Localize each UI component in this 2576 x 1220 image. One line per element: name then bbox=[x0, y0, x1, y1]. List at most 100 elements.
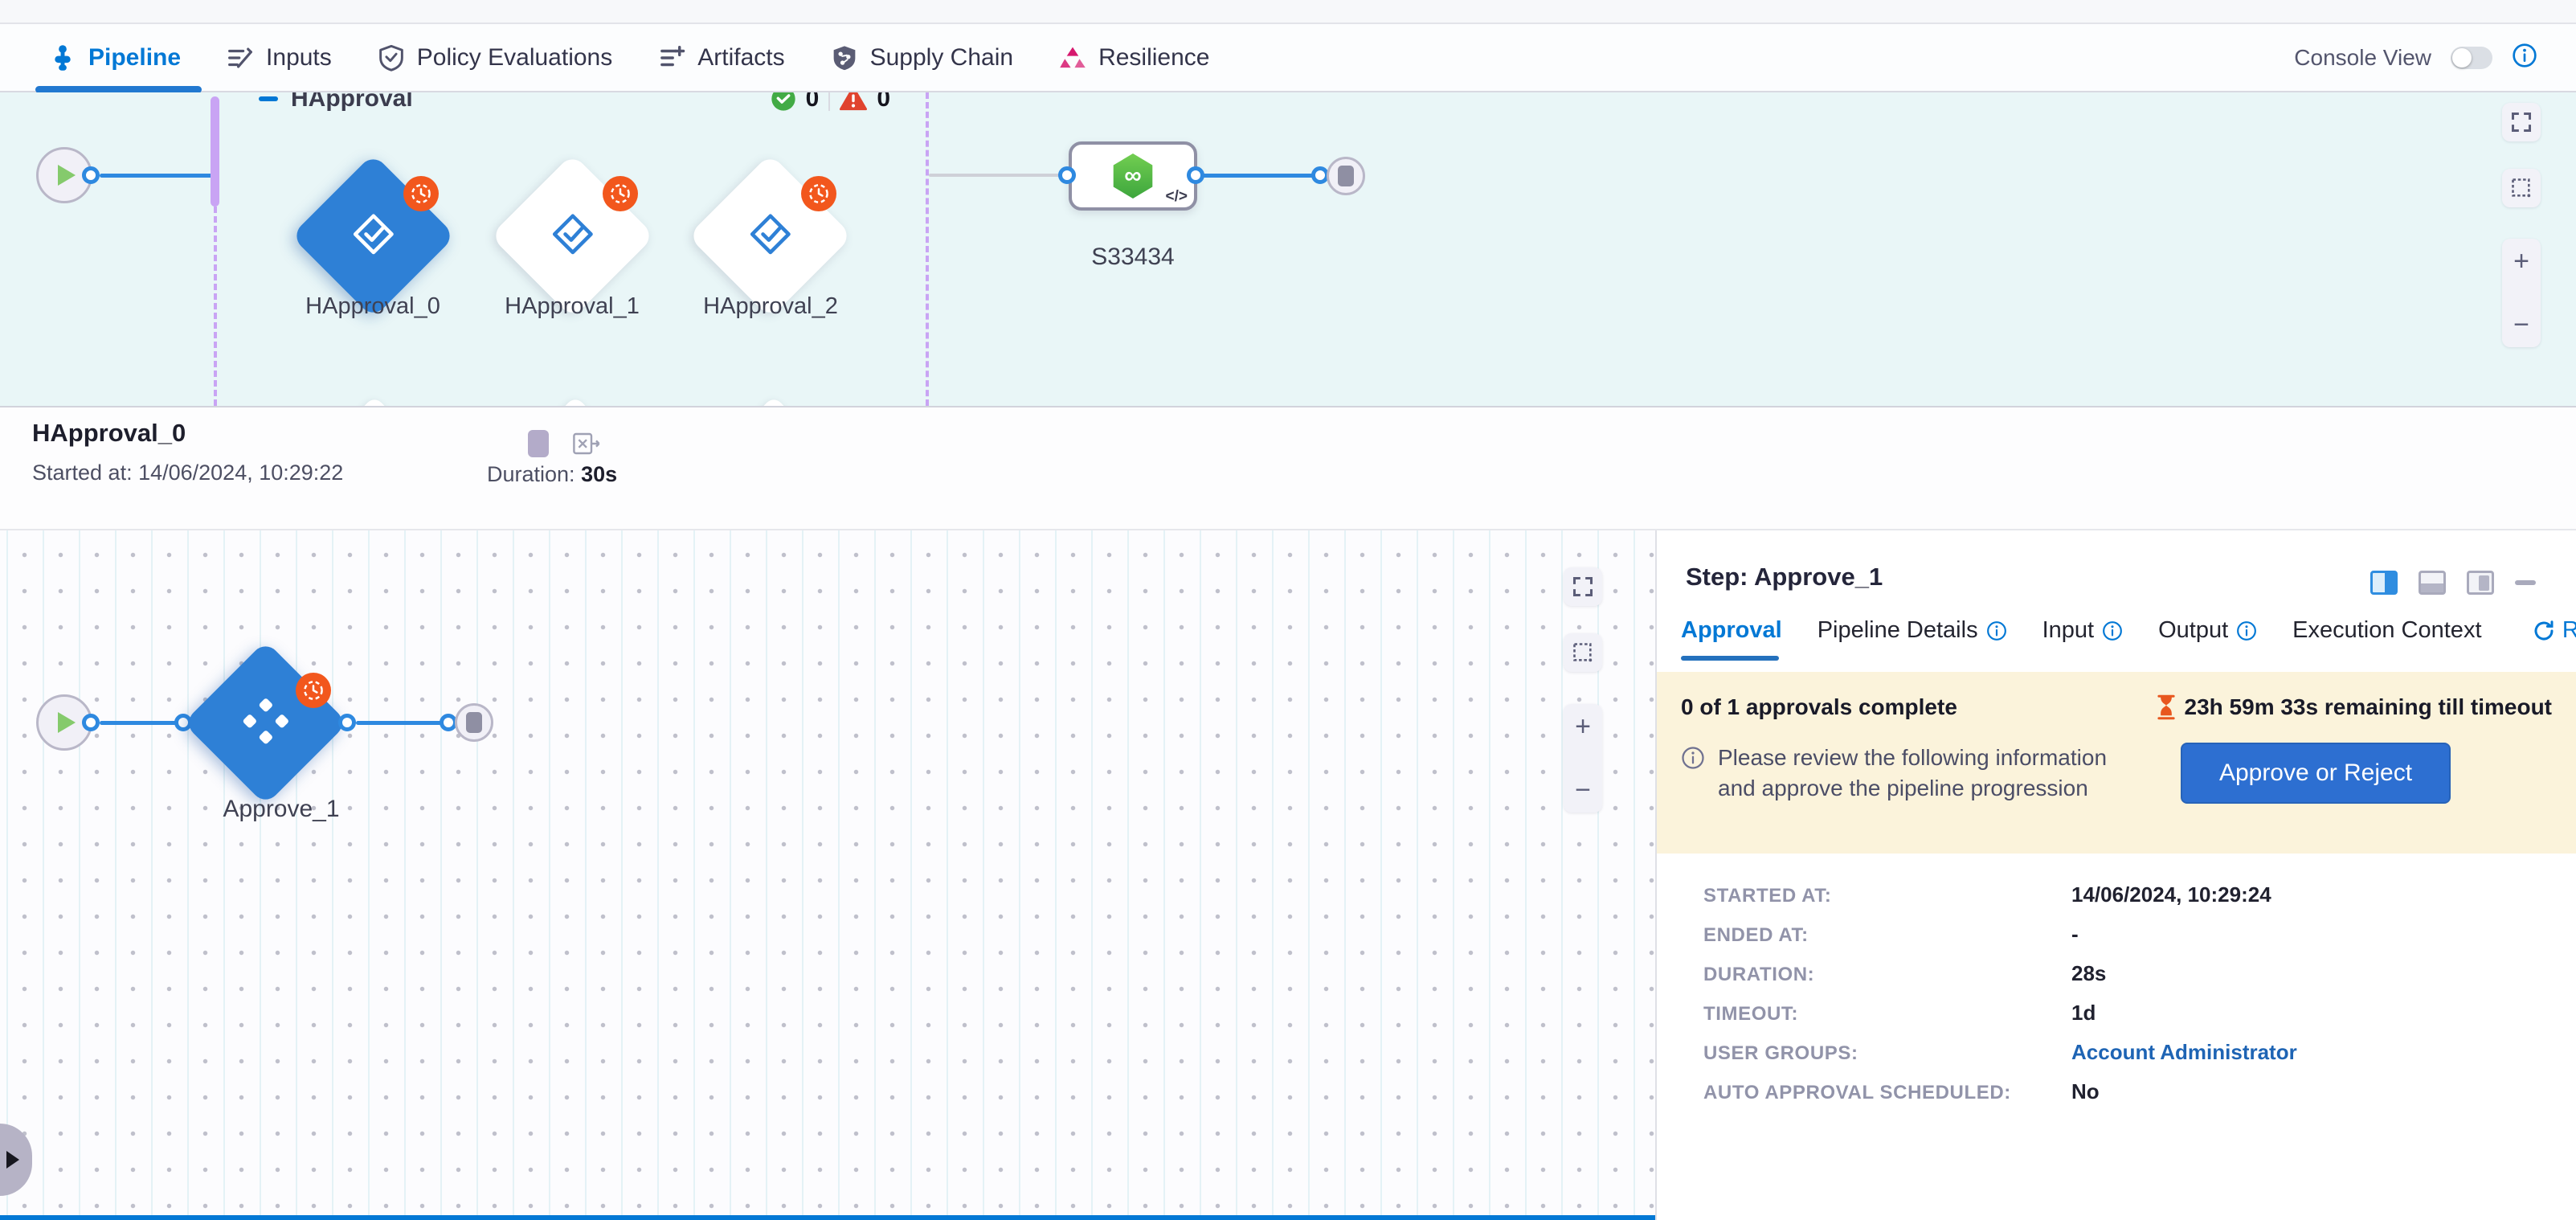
zoom-controls: + − bbox=[2502, 239, 2541, 347]
layout-right-split-icon[interactable] bbox=[2370, 571, 2398, 595]
tab-label: Inputs bbox=[266, 44, 332, 72]
zoom-out-button[interactable]: − bbox=[1575, 779, 1591, 801]
tab-pipeline[interactable]: Pipeline bbox=[48, 23, 181, 92]
stage-status-badges: 0 0 bbox=[771, 92, 890, 113]
refresh-button[interactable]: Re bbox=[2532, 617, 2576, 644]
step-details-panel: Step: Approve_1 Approval Pipeline Detail… bbox=[1657, 530, 2576, 1220]
tab-execution-context[interactable]: Execution Context bbox=[2292, 617, 2481, 644]
collapse-group-icon[interactable] bbox=[259, 96, 278, 101]
stage-group-name: HApproval bbox=[291, 92, 413, 113]
zoom-in-button[interactable]: + bbox=[2513, 250, 2529, 272]
timer-badge-icon bbox=[296, 673, 331, 708]
tab-label: Artifacts bbox=[697, 44, 784, 72]
connector-ring bbox=[82, 714, 100, 731]
marquee-select-button[interactable] bbox=[2502, 169, 2541, 207]
info-icon[interactable] bbox=[2512, 43, 2537, 72]
detail-row: TIMEOUT:1d bbox=[1703, 1001, 2297, 1023]
step-panel-title: Step: Approve_1 bbox=[1686, 563, 1883, 592]
tab-resilience[interactable]: Resilience bbox=[1058, 23, 1209, 92]
approval-detail-rows: STARTED AT:14/06/2024, 10:29:24 ENDED AT… bbox=[1703, 882, 2297, 1102]
detail-row: AUTO APPROVAL SCHEDULED:No bbox=[1703, 1079, 2297, 1102]
stage-group-right-boundary bbox=[926, 92, 929, 406]
shield-check-icon bbox=[377, 43, 406, 72]
step-panel-tabs: Approval Pipeline Details Input Output E… bbox=[1681, 617, 2576, 644]
success-badge-icon bbox=[771, 92, 796, 112]
timer-badge-icon bbox=[603, 176, 638, 211]
fullscreen-button[interactable] bbox=[1564, 567, 1602, 606]
clipped-node bbox=[530, 395, 620, 406]
tab-label: Supply Chain bbox=[870, 44, 1013, 72]
edge-start-to-group bbox=[100, 174, 215, 178]
step-end-node bbox=[455, 703, 493, 742]
pipeline-end-node bbox=[1327, 157, 1365, 195]
tab-supply-chain[interactable]: Supply Chain bbox=[830, 23, 1013, 92]
tab-input[interactable]: Input bbox=[2042, 617, 2124, 644]
node-label: HApproval_2 bbox=[674, 293, 867, 320]
console-view-toggle[interactable] bbox=[2451, 47, 2492, 69]
edge-group-to-stage bbox=[929, 174, 1069, 177]
window-top-strip bbox=[0, 0, 2576, 24]
edge-stage-to-end bbox=[1200, 174, 1321, 178]
detail-row: ENDED AT:- bbox=[1703, 922, 2297, 944]
badge-divider bbox=[828, 92, 830, 111]
stage-duration: Duration: 30s bbox=[487, 462, 617, 487]
active-tab-underline bbox=[1681, 656, 1779, 661]
bottom-split: Approve_1 + − Step: Approve_1 Approval bbox=[0, 530, 2576, 1220]
approval-message: Please review the following informationa… bbox=[1718, 743, 2169, 804]
connector-ring bbox=[82, 166, 100, 184]
tab-pipeline-details[interactable]: Pipeline Details bbox=[1818, 617, 2007, 644]
approval-check-icon bbox=[547, 208, 599, 264]
chevron-right-icon bbox=[6, 1151, 19, 1169]
user-group-link[interactable]: Account Administrator bbox=[2071, 1040, 2297, 1065]
tab-output[interactable]: Output bbox=[2158, 617, 2257, 644]
step-graph-canvas[interactable]: Approve_1 + − bbox=[0, 530, 1657, 1220]
stop-icon bbox=[1338, 166, 1354, 186]
expand-panel-handle[interactable] bbox=[0, 1124, 32, 1196]
console-view-label: Console View bbox=[2294, 45, 2431, 71]
pipeline-icon bbox=[48, 43, 77, 72]
node-label: Approve_1 bbox=[185, 796, 378, 823]
tab-artifacts[interactable]: Artifacts bbox=[657, 23, 784, 92]
zoom-in-button[interactable]: + bbox=[1575, 715, 1591, 738]
stage-status-square-icon bbox=[528, 430, 549, 457]
detail-row: DURATION:28s bbox=[1703, 961, 2297, 984]
connector-ring bbox=[1058, 166, 1076, 184]
horizontal-scrollbar[interactable] bbox=[0, 1215, 1655, 1220]
refresh-icon bbox=[2532, 619, 2556, 643]
tab-policy-evaluations[interactable]: Policy Evaluations bbox=[377, 23, 612, 92]
timeout-remaining: 23h 59m 33s remaining till timeout bbox=[2185, 694, 2552, 720]
zoom-out-button[interactable]: − bbox=[2513, 313, 2529, 336]
edge-start-to-step bbox=[100, 721, 180, 725]
tab-approval[interactable]: Approval bbox=[1681, 617, 1782, 644]
panel-layout-switcher bbox=[2370, 571, 2536, 595]
fullscreen-button[interactable] bbox=[2502, 103, 2541, 141]
minimize-panel-icon[interactable] bbox=[2515, 580, 2536, 585]
timer-badge-icon bbox=[801, 176, 836, 211]
harness-step-icon: ∞ bbox=[1111, 154, 1155, 199]
conditional-skip-icon bbox=[572, 430, 601, 461]
tab-label: Policy Evaluations bbox=[417, 44, 612, 72]
approve-or-reject-button[interactable]: Approve or Reject bbox=[2181, 743, 2451, 804]
step-node-approve-1[interactable] bbox=[183, 641, 348, 805]
success-count: 0 bbox=[806, 92, 820, 113]
toggle-knob bbox=[2452, 48, 2472, 68]
tab-label: Resilience bbox=[1098, 44, 1209, 72]
zoom-controls: + − bbox=[1564, 704, 1602, 813]
connector-ring bbox=[338, 714, 356, 731]
stage-started-at: Started at: 14/06/2024, 10:29:22 bbox=[32, 461, 343, 485]
node-label: HApproval_1 bbox=[476, 293, 669, 320]
approval-check-icon bbox=[745, 208, 796, 264]
execution-tab-bar: Pipeline Inputs Policy Evaluations Artif… bbox=[0, 24, 2576, 92]
stage-group-header: HApproval 0 0 bbox=[259, 92, 890, 118]
chaos-icon bbox=[1058, 43, 1087, 72]
selected-stage-details-bar: HApproval_0 Started at: 14/06/2024, 10:2… bbox=[0, 406, 2576, 530]
clipped-node bbox=[329, 395, 419, 406]
tab-inputs[interactable]: Inputs bbox=[226, 23, 332, 92]
clipped-node bbox=[728, 395, 819, 406]
stage-node-s33434[interactable]: ∞ </> bbox=[1069, 141, 1197, 211]
layout-right-drawer-icon[interactable] bbox=[2467, 571, 2494, 595]
marquee-select-button[interactable] bbox=[1564, 633, 1602, 672]
stage-group-selected-bar bbox=[211, 96, 219, 207]
pipeline-graph-canvas[interactable]: HApproval 0 0 HApproval_0 HApproval_1 bbox=[0, 92, 2576, 406]
layout-bottom-split-icon[interactable] bbox=[2419, 571, 2446, 595]
